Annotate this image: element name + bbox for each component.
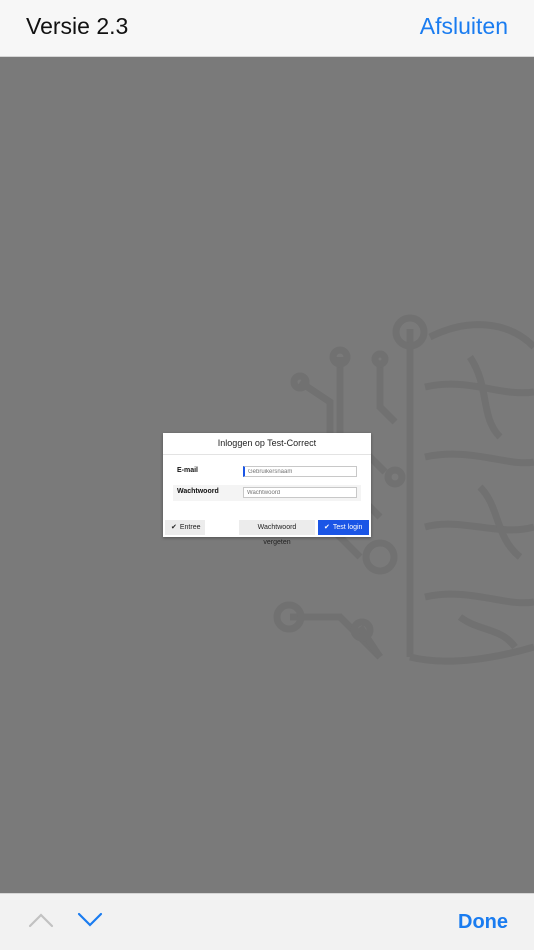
email-input[interactable] bbox=[243, 466, 357, 477]
close-button[interactable]: Afsluiten bbox=[420, 13, 508, 40]
password-input[interactable] bbox=[243, 487, 357, 498]
checkmark-icon: ✔ bbox=[324, 524, 330, 531]
checkmark-icon: ✔ bbox=[171, 524, 177, 531]
test-login-button[interactable]: ✔ Test login bbox=[318, 520, 369, 535]
forgot-password-button[interactable]: Wachtwoord vergeten bbox=[239, 520, 315, 546]
bottom-toolbar: Done bbox=[0, 893, 534, 950]
login-dialog: Inloggen op Test-Correct E-mail Wachtwoo… bbox=[163, 433, 371, 546]
chevron-up-icon[interactable] bbox=[28, 912, 54, 928]
chevron-down-icon[interactable] bbox=[77, 912, 103, 928]
entree-label: Entree bbox=[179, 524, 201, 531]
dialog-footer: ✔ Entree Wachtwoord vergeten ✔ Test login bbox=[163, 520, 371, 546]
entree-button[interactable]: ✔ Entree bbox=[165, 520, 205, 535]
password-label: Wachtwoord bbox=[177, 488, 219, 495]
password-row: Wachtwoord bbox=[173, 485, 361, 501]
top-navigation-bar: Versie 2.3 Afsluiten bbox=[0, 0, 534, 57]
email-row: E-mail bbox=[173, 464, 361, 480]
dialog-title: Inloggen op Test-Correct bbox=[163, 433, 371, 455]
webview-content: Inloggen op Test-Correct E-mail Wachtwoo… bbox=[0, 57, 534, 893]
version-title: Versie 2.3 bbox=[26, 13, 129, 39]
email-label: E-mail bbox=[177, 467, 199, 474]
test-login-label: Test login bbox=[332, 524, 363, 531]
done-button[interactable]: Done bbox=[458, 911, 508, 934]
